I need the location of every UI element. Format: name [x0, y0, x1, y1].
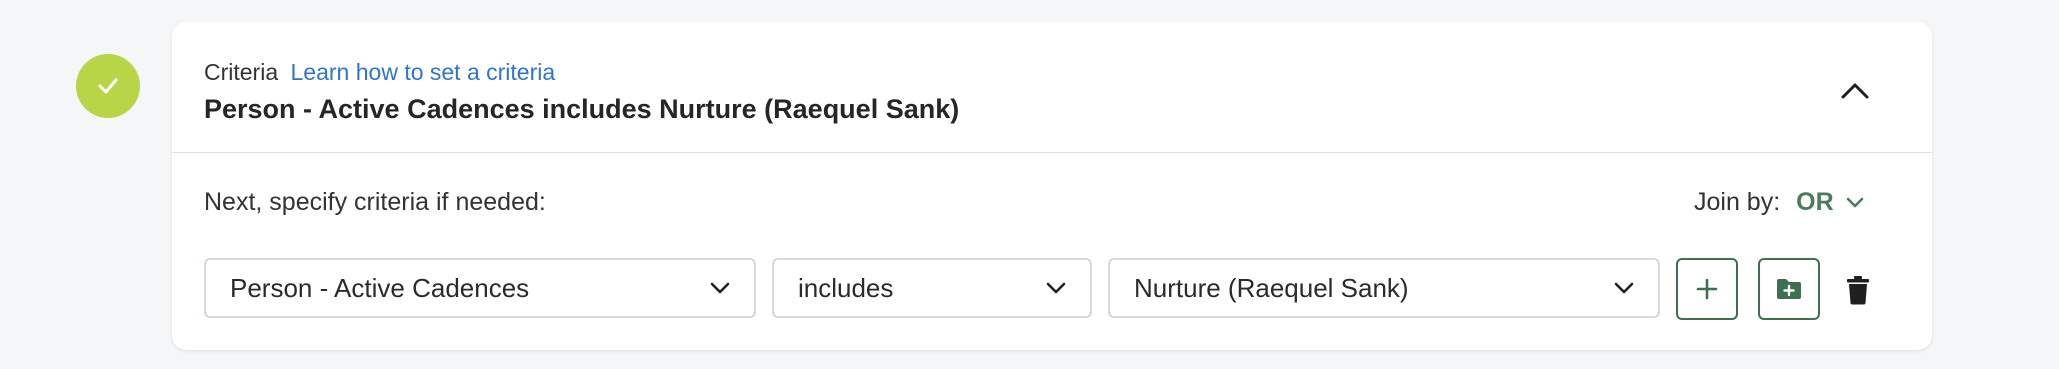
- learn-criteria-link[interactable]: Learn how to set a criteria: [291, 59, 556, 85]
- value-select-value: Nurture (Raequel Sank): [1134, 272, 1409, 303]
- operator-select[interactable]: includes: [772, 258, 1092, 318]
- collapse-button[interactable]: [1836, 72, 1874, 110]
- criteria-header-line: Criteria Learn how to set a criteria: [204, 58, 555, 86]
- folder-plus-icon: [1777, 279, 1801, 299]
- operator-select-value: includes: [798, 272, 894, 303]
- field-select[interactable]: Person - Active Cadences: [204, 258, 756, 318]
- step-complete-badge: [76, 54, 140, 118]
- chevron-down-icon: [710, 282, 730, 294]
- criteria-summary-title: Person - Active Cadences includes Nurtur…: [204, 94, 960, 124]
- next-criteria-label: Next, specify criteria if needed:: [204, 188, 546, 216]
- add-criteria-button[interactable]: [1676, 258, 1738, 320]
- field-select-value: Person - Active Cadences: [230, 272, 530, 303]
- delete-criteria-button[interactable]: [1840, 270, 1876, 310]
- chevron-up-icon: [1841, 83, 1869, 99]
- add-group-button[interactable]: [1758, 258, 1820, 320]
- check-icon: [98, 78, 118, 94]
- join-by-label: Join by:: [1694, 188, 1781, 216]
- value-select[interactable]: Nurture (Raequel Sank): [1108, 258, 1660, 318]
- join-by-value: OR: [1796, 188, 1834, 216]
- criteria-card: Criteria Learn how to set a criteria Per…: [172, 22, 1932, 350]
- trash-icon: [1847, 276, 1869, 305]
- chevron-down-icon: [1046, 282, 1066, 294]
- criteria-label: Criteria: [204, 59, 279, 85]
- chevron-down-icon: [1614, 282, 1634, 294]
- plus-icon: [1696, 278, 1718, 300]
- chevron-down-icon: [1846, 197, 1863, 207]
- join-by-control: Join by: OR: [1694, 188, 1864, 217]
- criteria-card-header: Criteria Learn how to set a criteria Per…: [172, 22, 1932, 153]
- join-by-select[interactable]: OR: [1796, 188, 1864, 217]
